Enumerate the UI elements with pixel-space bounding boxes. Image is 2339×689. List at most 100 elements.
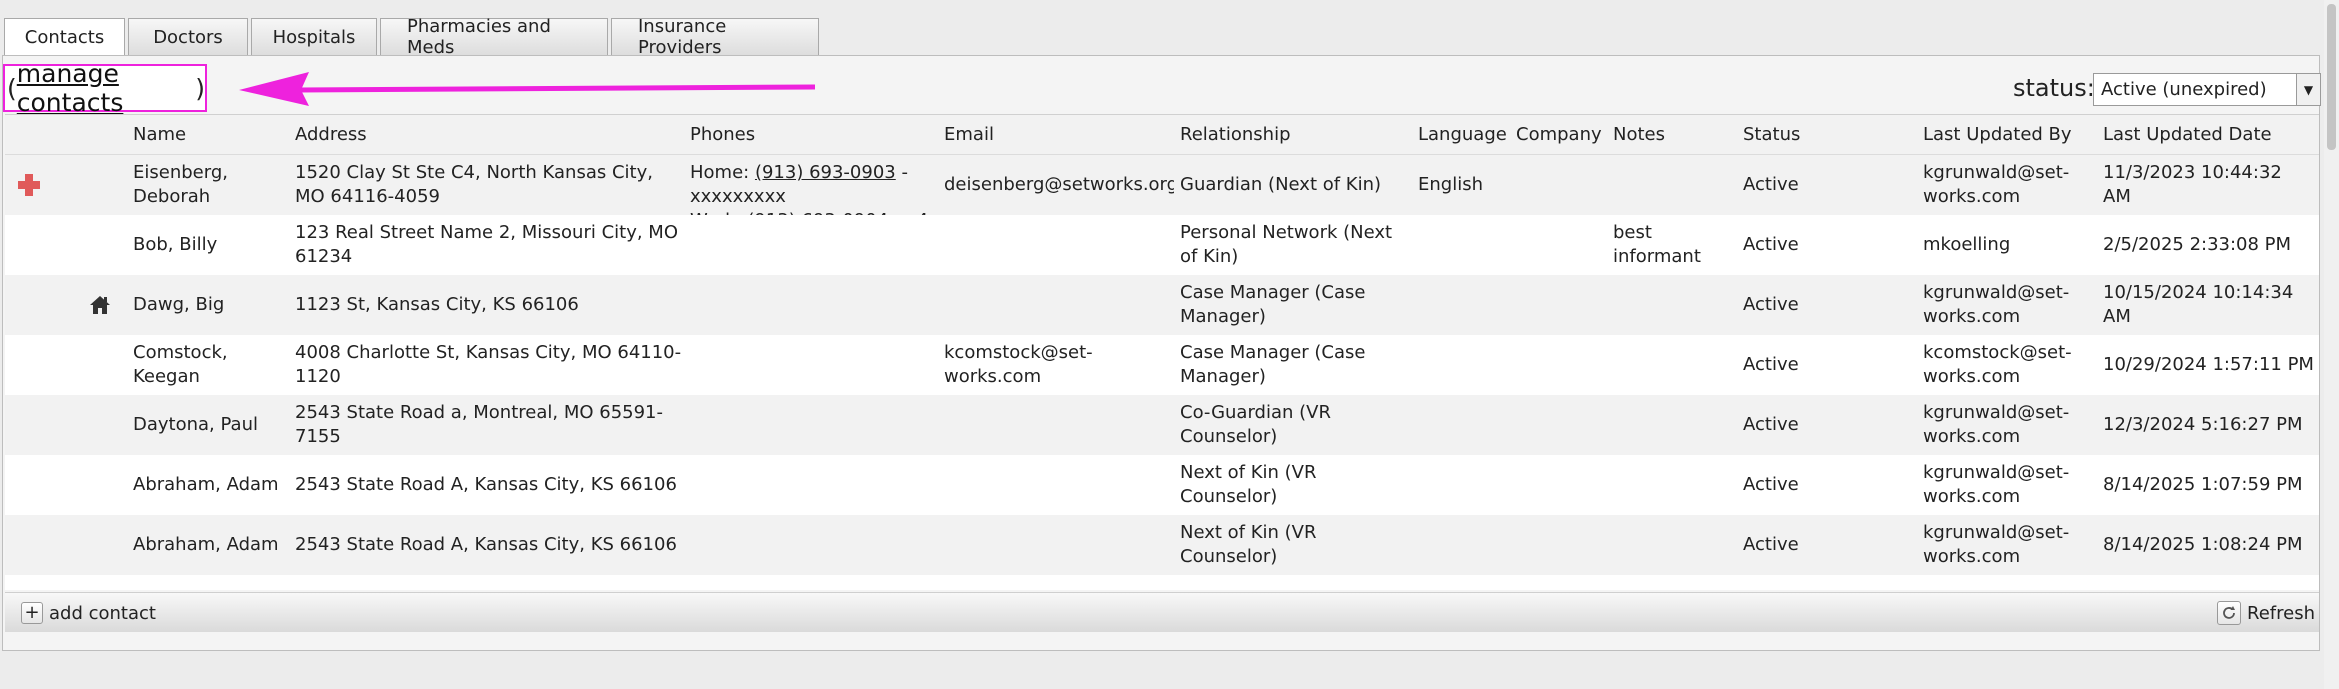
tab-pharmacies-and-meds[interactable]: Pharmacies and Meds [380,16,608,58]
column-header-company[interactable]: Company [1516,124,1602,145]
page-scrollbar[interactable] [2324,0,2339,689]
cell-language [1418,395,1513,455]
cell-email: deisenberg@setworks.org [944,174,1174,195]
tab-insurance-providers[interactable]: Insurance Providers [611,16,819,58]
cell-name: Comstock, Keegan [133,342,228,387]
cell-status: Active [1743,534,1799,555]
red-cross-icon [18,174,40,196]
cell-email [944,275,1174,335]
cell-address: 4008 Charlotte St, Kansas City, MO 64110… [295,342,682,387]
cell-address: 123 Real Street Name 2, Missouri City, M… [295,222,678,267]
table-row[interactable]: Abraham, Adam 2543 State Road A, Kansas … [5,455,2319,515]
column-header-phones[interactable]: Phones [690,124,755,145]
cell-last-updated-by: kgrunwald@set-works.com [1923,522,2070,567]
scrollbar-thumb[interactable] [2327,4,2336,150]
cell-company [1516,215,1610,275]
cell-name: Bob, Billy [133,234,218,255]
cell-name: Abraham, Adam [133,474,279,495]
cell-status: Active [1743,234,1799,255]
cell-company [1516,275,1610,335]
cell-language [1418,455,1513,515]
table-row[interactable]: Daytona, Paul 2543 State Road a, Montrea… [5,395,2319,455]
table-footer: + add contact Refresh [5,592,2319,632]
column-header-email[interactable]: Email [944,124,994,145]
cell-company [1516,155,1610,215]
table-row[interactable]: Bob, Billy 123 Real Street Name 2, Misso… [5,215,2319,275]
cell-language [1418,215,1513,275]
table-row[interactable]: Abraham, Adam 2543 State Road A, Kansas … [5,515,2319,575]
cell-language: English [1418,174,1483,195]
cell-relationship: Guardian (Next of Kin) [1180,174,1382,195]
cell-company [1516,455,1610,515]
column-header-notes[interactable]: Notes [1613,124,1665,145]
cell-email [944,215,1174,275]
phone-home-label: Home: [690,162,755,183]
cell-company [1516,335,1610,395]
annotation-arrow-icon [239,72,816,106]
cell-email [944,515,1174,575]
column-header-status[interactable]: Status [1743,124,1800,145]
contacts-toolbar: (manage contacts) status: Active (unexpi… [3,56,2321,117]
cell-last-updated-date: 2/5/2025 2:33:08 PM [2103,234,2292,255]
cell-name: Daytona, Paul [133,414,258,435]
refresh-icon [2217,601,2241,625]
add-contact-button[interactable]: + add contact [21,601,156,625]
cell-notes [1613,455,1738,515]
cell-status: Active [1743,414,1799,435]
cell-name: Abraham, Adam [133,534,279,555]
cell-relationship: Case Manager (Case Manager) [1180,282,1366,327]
column-header-language[interactable]: Language [1418,124,1507,145]
cell-last-updated-date: 8/14/2025 1:08:24 PM [2103,534,2303,555]
cell-language [1418,275,1513,335]
cell-last-updated-date: 8/14/2025 1:07:59 PM [2103,474,2303,495]
cell-relationship: Personal Network (Next of Kin) [1180,222,1393,267]
column-header-last-updated-by[interactable]: Last Updated By [1923,124,2072,145]
column-header-last-updated-date[interactable]: Last Updated Date [2103,124,2272,145]
cell-relationship: Co-Guardian (VR Counselor) [1180,402,1331,447]
column-header-address[interactable]: Address [295,124,367,145]
cell-address: 2543 State Road A, Kansas City, KS 66106 [295,474,677,495]
cell-name: Eisenberg, Deborah [133,162,228,207]
cell-company [1516,395,1610,455]
tab-hospitals[interactable]: Hospitals [251,18,377,55]
table-row[interactable]: Dawg, Big 1123 St, Kansas City, KS 66106… [5,275,2319,335]
tab-contacts[interactable]: Contacts [4,18,125,56]
cell-last-updated-date: 10/29/2024 1:57:11 PM [2103,354,2314,375]
cell-email [944,395,1174,455]
column-header-name[interactable]: Name [133,124,186,145]
chevron-down-icon[interactable]: ▼ [2296,74,2320,105]
add-contact-label: add contact [49,602,156,624]
cell-notes: best informant [1613,222,1701,267]
cell-status: Active [1743,354,1799,375]
cell-notes [1613,335,1738,395]
cell-last-updated-date: 12/3/2024 5:16:27 PM [2103,414,2303,435]
contacts-table: Name Address Phones Email Relationship L… [5,114,2319,590]
cell-notes [1613,155,1738,215]
manage-contacts-highlight: (manage contacts) [3,59,207,117]
tab-bar: Contacts Doctors Hospitals Pharmacies an… [4,16,819,58]
cell-last-updated-by: kcomstock@set-works.com [1923,342,2072,387]
manage-contacts-link[interactable]: manage contacts [17,59,195,117]
refresh-button[interactable]: Refresh [2217,601,2315,625]
table-row[interactable]: Comstock, Keegan 4008 Charlotte St, Kans… [5,335,2319,395]
cell-status: Active [1743,474,1799,495]
column-header-relationship[interactable]: Relationship [1180,124,1291,145]
status-label: status: [2013,74,2095,102]
cell-company [1516,515,1610,575]
refresh-label: Refresh [2247,602,2315,624]
table-row[interactable]: Eisenberg, Deborah 1520 Clay St Ste C4, … [5,155,2319,231]
cell-notes [1613,395,1738,455]
cell-status: Active [1743,294,1799,315]
table-header: Name Address Phones Email Relationship L… [5,115,2319,155]
cell-relationship: Case Manager (Case Manager) [1180,342,1366,387]
paren-open: ( [7,73,17,103]
cell-relationship: Next of Kin (VR Counselor) [1180,522,1317,567]
cell-last-updated-by: mkoelling [1923,234,2011,255]
contacts-panel: (manage contacts) status: Active (unexpi… [2,55,2321,651]
tab-doctors[interactable]: Doctors [128,18,248,55]
paren-close: ) [195,73,205,103]
status-dropdown[interactable]: Active (unexpired) ▼ [2093,73,2321,106]
status-dropdown-value: Active (unexpired) [2101,79,2267,100]
cell-last-updated-by: kgrunwald@set-works.com [1923,462,2070,507]
phone-home-link[interactable]: (913) 693-0903 [755,162,896,183]
